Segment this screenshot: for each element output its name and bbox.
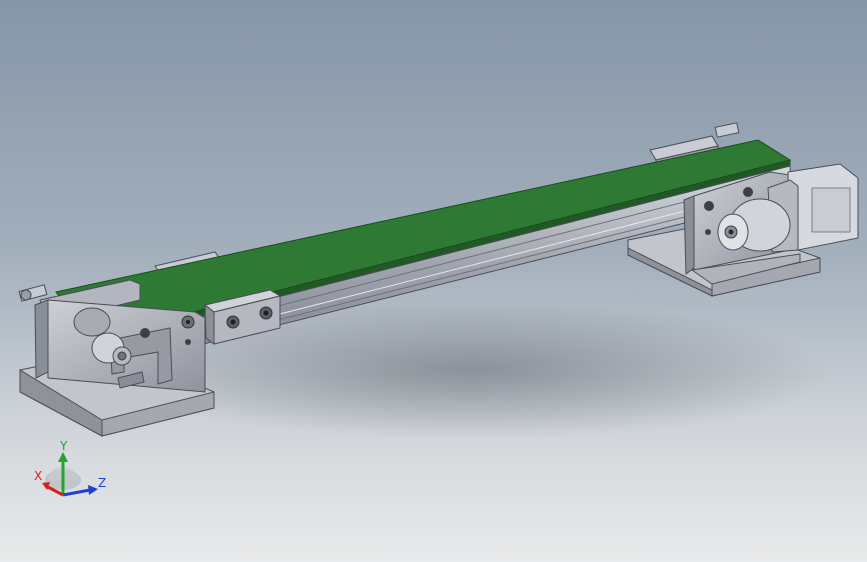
triad-label-x: X xyxy=(34,469,42,483)
orientation-triad[interactable]: Y X Z xyxy=(28,440,118,510)
conveyor-model[interactable] xyxy=(0,0,867,562)
triad-label-z: Z xyxy=(98,476,106,490)
triad-label-y: Y xyxy=(59,440,68,453)
left-drive-shaft[interactable] xyxy=(18,284,48,302)
3d-viewport[interactable]: Y X Z xyxy=(0,0,867,562)
right-shaft-stub[interactable] xyxy=(714,122,740,138)
